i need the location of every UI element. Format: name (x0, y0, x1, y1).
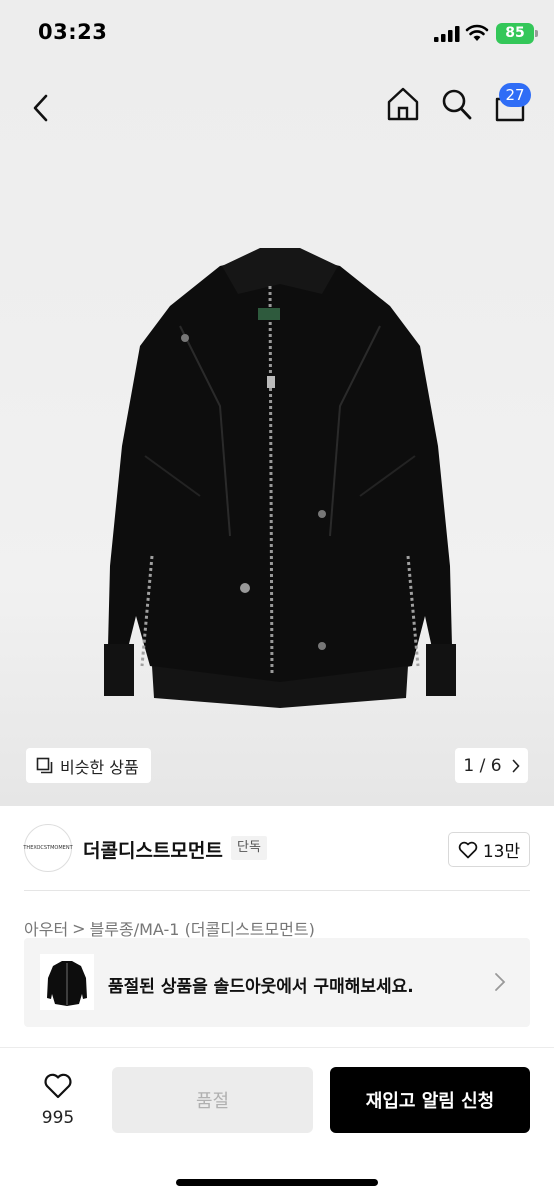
home-indicator (176, 1179, 378, 1186)
restock-alert-button[interactable]: 재입고 알림 신청 (330, 1067, 530, 1133)
signal-icon (434, 26, 460, 42)
brand-logo[interactable]: THEXOCSTMOMENT (23, 824, 73, 872)
wishlist-count: 995 (41, 1108, 75, 1128)
bottom-action-bar: 995 품절 재입고 알림 신청 (0, 1047, 554, 1200)
banner-product-thumbnail (40, 954, 94, 1010)
cart-count-badge: 27 (499, 83, 531, 107)
product-hero[interactable]: 27 비슷한 상품 1 / 6 (0, 68, 554, 806)
wifi-icon (465, 24, 489, 41)
similar-products-label: 비슷한 상품 (60, 757, 139, 777)
brand-like-button[interactable]: 13만 (448, 832, 530, 867)
image-page-indicator[interactable]: 1 / 6 (455, 748, 528, 783)
heart-icon (458, 841, 478, 858)
breadcrumb-category[interactable]: 아우터 (24, 916, 68, 940)
brand-like-count: 13만 (482, 842, 521, 862)
home-icon[interactable] (386, 86, 420, 122)
product-image-jacket[interactable] (60, 236, 500, 710)
heart-icon (44, 1073, 72, 1099)
search-icon[interactable] (441, 87, 473, 121)
status-time: 03:23 (38, 20, 108, 44)
battery-level: 85 (505, 25, 525, 41)
exclusive-badge: 단독 (231, 836, 267, 860)
brand-row: THEXOCSTMOMENT 더콜디스트모먼트 단독 13만 (23, 822, 530, 874)
breadcrumb-separator: > (72, 918, 86, 938)
breadcrumb: 아우터 > 블루종/MA-1 (더콜디스트모먼트) (24, 916, 315, 940)
battery-tip (535, 30, 538, 37)
chevron-right-icon (495, 973, 506, 991)
page-indicator-text: 1 / 6 (463, 755, 502, 776)
wishlist-button[interactable]: 995 (26, 1070, 90, 1130)
status-bar: 03:23 85 (0, 0, 554, 68)
chevron-right-icon (512, 759, 520, 772)
soldout-button: 품절 (112, 1067, 313, 1133)
divider (24, 890, 530, 891)
similar-stack-icon (36, 757, 53, 773)
brand-logo-text: THEXOCSTMOMENT (23, 845, 73, 851)
back-chevron-icon[interactable] (26, 90, 56, 126)
brand-name[interactable]: 더콜디스트모먼트 (83, 836, 223, 863)
banner-text: 품절된 상품을 솔드아웃에서 구매해보세요. (108, 977, 414, 997)
similar-products-button[interactable]: 비슷한 상품 (26, 748, 151, 783)
breadcrumb-subcategory[interactable]: 블루종/MA-1 (더콜디스트모먼트) (90, 916, 315, 940)
soldout-banner[interactable]: 품절된 상품을 솔드아웃에서 구매해보세요. (24, 938, 530, 1027)
battery-icon: 85 (496, 23, 534, 44)
